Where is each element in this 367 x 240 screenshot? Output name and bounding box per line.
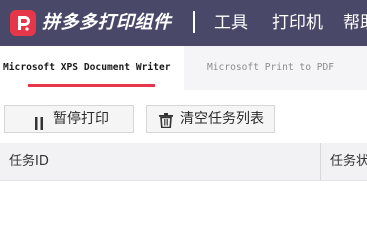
tab-print-to-pdf[interactable]: Microsoft Print to PDF	[207, 46, 334, 90]
app-title: 拼多多打印组件	[42, 12, 172, 33]
toolbar: 暂停打印 清空任务列表	[0, 90, 367, 143]
pause-print-label: 暂停打印	[53, 111, 109, 127]
trash-icon	[159, 111, 173, 137]
column-header-task-id[interactable]: 任务ID	[9, 143, 49, 180]
app-header: 拼多多打印组件 工具 打印机 帮助	[0, 0, 367, 46]
clear-task-list-label: 清空任务列表	[180, 111, 264, 127]
header-divider	[193, 11, 195, 33]
tab-xps-writer[interactable]: Microsoft XPS Document Writer	[0, 46, 184, 90]
tab-label: Microsoft Print to PDF	[207, 62, 335, 73]
menu-help[interactable]: 帮助	[343, 11, 367, 35]
column-resize-handle[interactable]	[320, 143, 321, 180]
column-header-task-status[interactable]: 任务状态	[330, 143, 367, 180]
task-table-header: 任务ID 任务状态	[0, 143, 367, 181]
tab-label: Microsoft XPS Document Writer	[3, 62, 171, 73]
active-tab-indicator	[28, 84, 155, 87]
clear-task-list-button[interactable]: 清空任务列表	[146, 105, 275, 133]
pause-icon	[33, 113, 45, 139]
menu-tools[interactable]: 工具	[214, 11, 248, 35]
task-table-body	[0, 181, 367, 231]
app-logo-icon	[10, 10, 36, 36]
printer-tabs: Microsoft XPS Document Writer Microsoft …	[0, 46, 367, 90]
pause-print-button[interactable]: 暂停打印	[4, 105, 134, 133]
menu-printer[interactable]: 打印机	[272, 11, 323, 35]
